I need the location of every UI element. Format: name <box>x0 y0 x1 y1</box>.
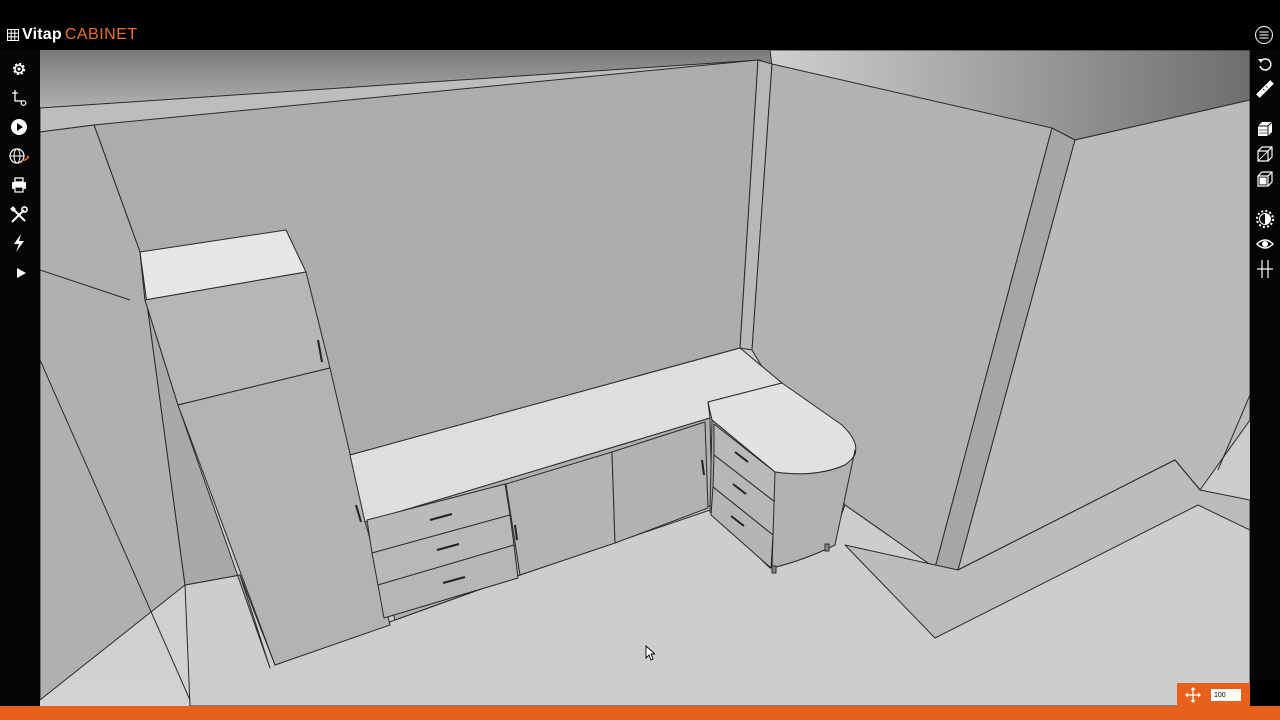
run-button[interactable] <box>10 262 32 284</box>
section-cut-button[interactable] <box>1254 258 1276 280</box>
hamburger-menu-icon[interactable] <box>1254 25 1274 45</box>
export-3d-button[interactable] <box>8 145 30 167</box>
printer-icon <box>12 177 26 193</box>
zoom-panel <box>1177 683 1250 707</box>
wireframe-view-button[interactable] <box>1254 143 1276 165</box>
undo-icon <box>1258 58 1272 71</box>
bottom-status-bar <box>0 706 1280 720</box>
solid-view-icon <box>1258 121 1273 136</box>
lighting-settings-button[interactable] <box>1254 208 1276 230</box>
right-toolbar <box>1250 50 1280 680</box>
mouse-cursor-icon <box>645 645 655 661</box>
globe-export-icon <box>9 148 30 164</box>
tools-button[interactable] <box>8 204 30 226</box>
section-cut-icon <box>1257 260 1273 278</box>
brand-name: Vitap <box>22 26 62 43</box>
move-arrows-icon[interactable] <box>1185 687 1201 703</box>
room-scene <box>40 50 1250 706</box>
box-view-button[interactable] <box>1254 168 1276 190</box>
wireframe-cube-icon <box>1257 146 1273 162</box>
grid-logo-icon <box>7 29 19 41</box>
visibility-button[interactable] <box>1254 233 1276 255</box>
eye-icon <box>1256 239 1274 249</box>
box-view-icon <box>1257 171 1273 187</box>
title-bar: Vitap CABINET <box>0 0 1280 50</box>
brand-name-accent: CABINET <box>64 26 138 43</box>
play-arrow-icon <box>17 268 26 278</box>
light-settings-icon <box>1256 210 1274 228</box>
app-logo: Vitap CABINET <box>7 25 138 45</box>
measure-button[interactable] <box>1254 78 1276 100</box>
tools-icon <box>10 206 28 223</box>
solid-view-button[interactable] <box>1254 118 1276 140</box>
electrical-button[interactable] <box>8 232 30 254</box>
path-tool-button[interactable] <box>8 87 30 109</box>
settings-button[interactable] <box>8 58 30 80</box>
undo-button[interactable] <box>1254 53 1276 75</box>
play-circle-button[interactable] <box>8 116 30 138</box>
zoom-input[interactable] <box>1211 689 1241 701</box>
gear-icon <box>12 62 26 76</box>
play-circle-icon <box>11 119 27 135</box>
left-toolbar <box>0 50 40 706</box>
ruler-icon <box>1256 80 1274 98</box>
lightning-icon <box>14 234 24 252</box>
print-button[interactable] <box>8 174 30 196</box>
3d-viewport[interactable] <box>40 50 1250 706</box>
path-node-icon <box>12 90 27 106</box>
